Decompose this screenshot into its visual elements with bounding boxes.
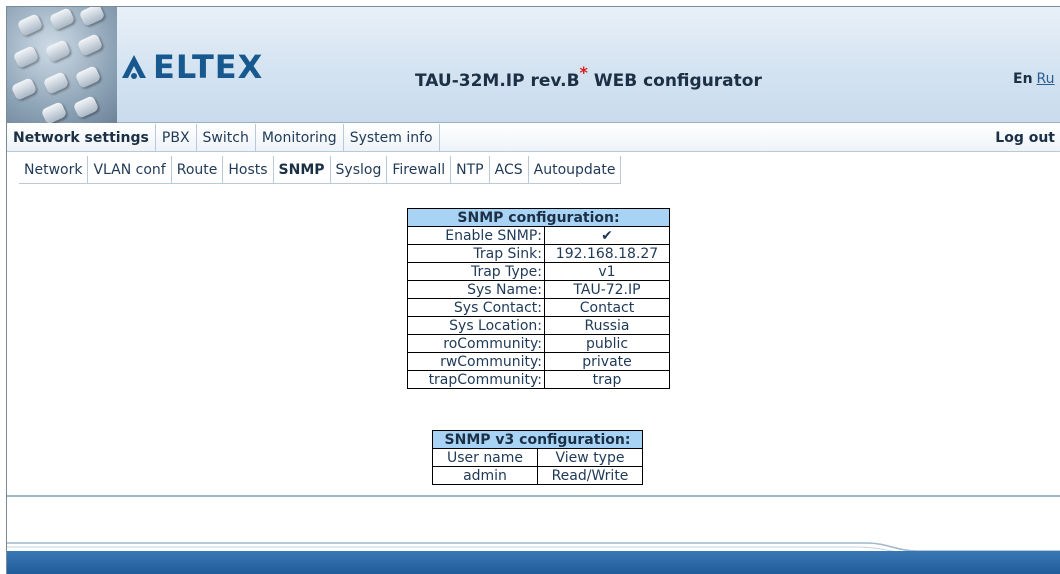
sys-location-value: Russia — [544, 316, 670, 335]
trap-community-value: trap — [544, 370, 670, 389]
table-row: roCommunity: public — [407, 334, 670, 353]
user-name-cell: admin — [432, 466, 538, 485]
footer — [7, 529, 1060, 574]
column-header-view-type: View type — [537, 448, 643, 467]
eltex-logo: ELTEX — [119, 51, 263, 83]
table-row: trapCommunity: trap — [407, 370, 670, 389]
snmp-v3-config-title: SNMP v3 configuration: — [432, 430, 643, 449]
table-row: Trap Sink: 192.168.18.27 — [407, 244, 670, 263]
header: ELTEX TAU-32M.IP rev.B* WEB configurator… — [7, 7, 1060, 123]
table-row: Trap Type: v1 — [407, 262, 670, 281]
column-header-user-name: User name — [432, 448, 538, 467]
table-row: Enable SNMP: ✔ — [407, 226, 670, 245]
sys-name-value: TAU-72.IP — [544, 280, 670, 299]
table-row: Sys Location: Russia — [407, 316, 670, 335]
app-frame: ELTEX TAU-32M.IP rev.B* WEB configurator… — [6, 6, 1060, 574]
tab-autoupdate[interactable]: Autoupdate — [529, 155, 622, 184]
enable-snmp-label: Enable SNMP: — [407, 226, 545, 245]
content-divider — [7, 495, 1060, 497]
language-switcher: En Ru — [1013, 71, 1055, 87]
ro-community-value: public — [544, 334, 670, 353]
tab-syslog[interactable]: Syslog — [331, 155, 388, 184]
footer-swoosh — [7, 542, 1060, 553]
main-menu: Network settings PBX Switch Monitoring S… — [7, 123, 1060, 152]
snmp-config-table: SNMP configuration: Enable SNMP: ✔ Trap … — [407, 208, 670, 389]
menu-monitoring[interactable]: Monitoring — [256, 123, 344, 152]
sys-name-label: Sys Name: — [407, 280, 545, 299]
tab-vlan-conf[interactable]: VLAN conf — [88, 155, 172, 184]
menu-switch[interactable]: Switch — [197, 123, 256, 152]
tab-snmp[interactable]: SNMP — [274, 155, 331, 184]
menu-pbx[interactable]: PBX — [156, 123, 197, 152]
trap-sink-label: Trap Sink: — [407, 244, 545, 263]
tab-acs[interactable]: ACS — [490, 155, 529, 184]
table-row: Sys Name: TAU-72.IP — [407, 280, 670, 299]
trap-type-value: v1 — [544, 262, 670, 281]
view-type-cell: Read/Write — [537, 466, 643, 485]
tab-route[interactable]: Route — [172, 155, 224, 184]
sys-location-label: Sys Location: — [407, 316, 545, 335]
trap-sink-value: 192.168.18.27 — [544, 244, 670, 263]
table-row: admin Read/Write — [432, 466, 643, 485]
snmp-config-title: SNMP configuration: — [407, 208, 670, 227]
eltex-logo-icon — [122, 55, 146, 79]
footer-bar — [7, 551, 1060, 574]
table-header-row: User name View type — [432, 448, 643, 467]
title-suffix: WEB configurator — [593, 71, 762, 91]
tab-hosts[interactable]: Hosts — [223, 155, 274, 184]
ro-community-label: roCommunity: — [407, 334, 545, 353]
snmp-v3-config-table: SNMP v3 configuration: User name View ty… — [432, 430, 643, 485]
menu-system-info[interactable]: System info — [344, 123, 440, 152]
table-row: rwCommunity: private — [407, 352, 670, 371]
rw-community-label: rwCommunity: — [407, 352, 545, 371]
enable-snmp-check-icon: ✔ — [544, 226, 670, 245]
tab-ntp[interactable]: NTP — [451, 155, 490, 184]
sys-contact-label: Sys Contact: — [407, 298, 545, 317]
table-row: Sys Contact: Contact — [407, 298, 670, 317]
tab-firewall[interactable]: Firewall — [387, 155, 452, 184]
page-title: TAU-32M.IP rev.B* WEB configurator — [415, 63, 762, 91]
keypad-photo — [7, 7, 117, 123]
trap-type-label: Trap Type: — [407, 262, 545, 281]
brand-name: ELTEX — [153, 48, 264, 86]
trap-community-label: trapCommunity: — [407, 370, 545, 389]
lang-en[interactable]: En — [1013, 71, 1033, 87]
sub-menu: Network VLAN conf Route Hosts SNMP Syslo… — [19, 155, 622, 184]
device-model: TAU-32M.IP rev.B — [415, 71, 580, 91]
rw-community-value: private — [544, 352, 670, 371]
tab-network[interactable]: Network — [19, 155, 89, 184]
modified-mark: * — [579, 63, 588, 82]
sys-contact-value: Contact — [544, 298, 670, 317]
logout-link[interactable]: Log out — [995, 124, 1055, 152]
menu-network-settings[interactable]: Network settings — [7, 123, 156, 152]
lang-ru-link[interactable]: Ru — [1037, 71, 1055, 87]
